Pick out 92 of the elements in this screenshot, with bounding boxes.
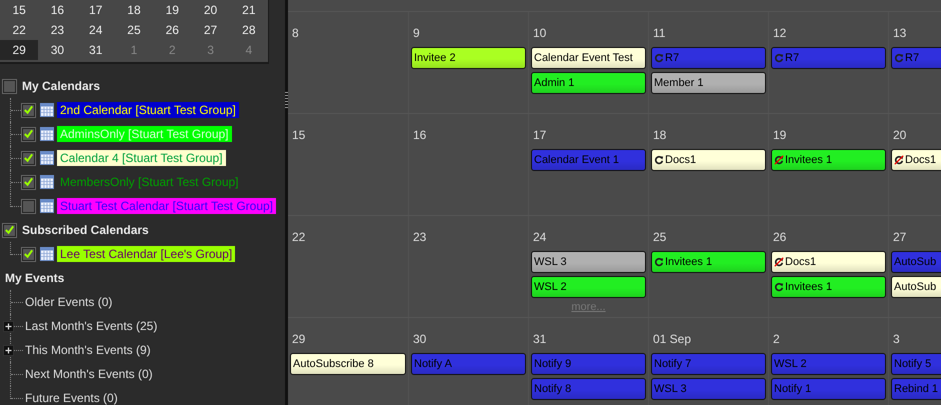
event-chip[interactable]: Invitees 1: [771, 149, 886, 171]
event-chip[interactable]: Docs1: [891, 149, 941, 171]
day-number: 01 Sep: [652, 332, 692, 348]
calendar-icon: [40, 247, 54, 261]
calendar-day[interactable]: 18: [114, 0, 154, 20]
calendar-day[interactable]: 21: [230, 0, 268, 20]
day-number: 17: [532, 128, 548, 144]
day-number: 3: [892, 332, 901, 348]
calendar-day[interactable]: 22: [0, 20, 38, 40]
day-number: 23: [412, 230, 428, 246]
event-chip[interactable]: Docs1: [771, 251, 886, 273]
repeat-icon: [774, 282, 784, 292]
day-number: 9: [412, 26, 421, 42]
event-chip[interactable]: WSL 2: [531, 276, 646, 298]
repeat-off-icon: [894, 155, 904, 165]
checkbox[interactable]: [22, 152, 35, 164]
repeat-icon: [774, 53, 784, 63]
calendar-label[interactable]: MembersOnly [Stuart Test Group]: [60, 175, 239, 189]
event-folder[interactable]: Last Month's Events (25): [25, 319, 158, 333]
event-chip[interactable]: Invitees 1: [651, 251, 766, 273]
calendar-icon: [40, 127, 54, 141]
repeat-icon: [654, 257, 664, 267]
calendar-day[interactable]: 24: [76, 20, 115, 40]
calendar-day[interactable]: 15: [0, 0, 38, 20]
expand-icon[interactable]: [3, 345, 14, 356]
day-number: 26: [772, 230, 788, 246]
expand-icon[interactable]: [3, 321, 14, 332]
repeat-icon: [654, 53, 664, 63]
repeat-off-icon: [774, 257, 784, 267]
event-chip[interactable]: WSL 3: [531, 251, 646, 273]
calendar-day[interactable]: 25: [114, 20, 154, 40]
day-number: 12: [772, 26, 788, 42]
day-number: 8: [291, 26, 300, 42]
repeat-icon: [894, 53, 904, 63]
calendar-day[interactable]: 26: [153, 20, 192, 40]
day-number: 24: [532, 230, 548, 246]
checkbox[interactable]: [22, 128, 35, 140]
calendar-day[interactable]: 28: [230, 20, 268, 40]
day-number: 10: [532, 26, 548, 42]
day-number: 15: [291, 128, 306, 144]
event-chip[interactable]: Calendar Event Test: [531, 47, 646, 69]
checkbox[interactable]: [22, 104, 35, 116]
day-number: 20: [892, 128, 908, 144]
day-number: 19: [772, 128, 788, 144]
day-number: 30: [412, 332, 428, 348]
calendar-day[interactable]: 29: [0, 40, 38, 60]
day-number: 2: [772, 332, 781, 348]
event-chip[interactable]: Docs1: [651, 149, 766, 171]
day-number: 25: [652, 230, 668, 246]
group-label: My Events: [5, 271, 64, 285]
calendar-day[interactable]: 23: [38, 20, 77, 40]
repeat-off-icon: [774, 155, 784, 165]
group-label: Subscribed Calendars: [22, 223, 149, 237]
splitter-grip-icon[interactable]: [285, 92, 288, 108]
checkbox[interactable]: [3, 80, 16, 92]
calendar-day[interactable]: 16: [38, 0, 77, 20]
calendar-icon: [40, 103, 54, 117]
event-folder[interactable]: Future Events (0): [25, 391, 118, 405]
day-number: 13: [892, 26, 908, 42]
checkbox[interactable]: [22, 248, 35, 260]
day-number: 16: [412, 128, 428, 144]
group-label: My Calendars: [22, 79, 100, 93]
event-chip[interactable]: Invitee 2: [411, 47, 526, 69]
event-chip[interactable]: AutoSub: [891, 276, 941, 298]
event-chip[interactable]: Admin 1: [531, 72, 646, 94]
calendar-day[interactable]: 27: [191, 20, 230, 40]
calendar-icon: [40, 175, 54, 189]
event-folder[interactable]: Next Month's Events (0): [25, 367, 153, 381]
day-number: 29: [291, 332, 306, 348]
event-chip[interactable]: AutoSubscribe 8: [290, 353, 406, 375]
event-folder[interactable]: Older Events (0): [25, 295, 112, 309]
calendar-day[interactable]: 17: [76, 0, 115, 20]
repeat-icon: [654, 155, 664, 165]
day-number: 22: [291, 230, 306, 246]
calendar-day[interactable]: 30: [38, 40, 77, 60]
calendar-day[interactable]: 31: [76, 40, 115, 60]
checkbox[interactable]: [22, 200, 35, 212]
event-folder[interactable]: This Month's Events (9): [25, 343, 151, 357]
calendar-day[interactable]: 19: [153, 0, 192, 20]
event-chip[interactable]: Invitees 1: [771, 276, 886, 298]
event-chip[interactable]: Member 1: [651, 72, 766, 94]
calendar-label[interactable]: Lee Test Calendar [Lee's Group]: [60, 247, 232, 261]
day-number: 18: [652, 128, 668, 144]
calendar-icon: [40, 151, 54, 165]
checkbox[interactable]: [3, 224, 16, 236]
day-number: 27: [892, 230, 908, 246]
checkbox[interactable]: [22, 176, 35, 188]
day-number: 11: [652, 26, 666, 42]
calendar-day[interactable]: 20: [191, 0, 230, 20]
calendar-icon: [40, 199, 54, 213]
day-number: 31: [532, 332, 548, 348]
calendar-label[interactable]: 2nd Calendar [Stuart Test Group]: [60, 103, 236, 117]
